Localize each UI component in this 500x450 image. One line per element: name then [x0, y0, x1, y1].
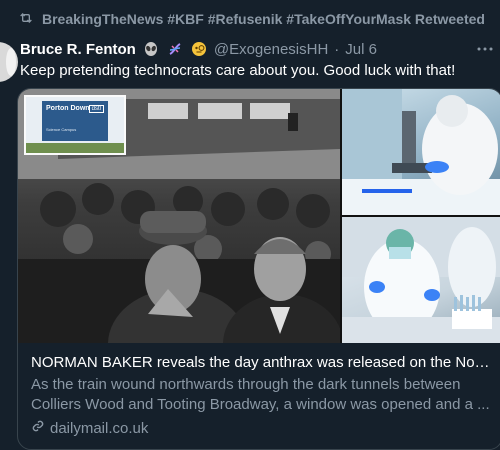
tweet-text: Keep pretending technocrats care about y… — [20, 62, 456, 79]
retweet-banner[interactable]: BreakingTheNews #KBF #Refusenik #TakeOff… — [18, 8, 485, 30]
card-image[interactable]: Porton Down Science Campus dstl — [18, 89, 500, 343]
sign-logo: dstl — [88, 105, 104, 113]
sign-title: Porton Down — [46, 105, 90, 112]
link-card[interactable]: Porton Down Science Campus dstl NORMAN B… — [17, 88, 500, 450]
card-domain[interactable]: dailymail.co.uk — [31, 419, 148, 437]
monocle-face-icon — [190, 40, 208, 58]
card-title[interactable]: NORMAN BAKER reveals the day anthrax was… — [31, 353, 491, 373]
porton-down-sign: Porton Down Science Campus dstl — [24, 95, 126, 155]
card-description: As the train wound northwards through th… — [31, 376, 490, 413]
link-icon — [31, 419, 45, 437]
avatar[interactable] — [0, 42, 18, 82]
dna-icon — [166, 40, 184, 58]
tweet-header: Bruce R. Fenton @ExogenesisHH · Jul 6 — [20, 38, 377, 60]
retweet-icon — [18, 10, 34, 29]
lab-workers-photo — [342, 217, 500, 343]
sign-subtitle: Science Campus — [46, 127, 77, 132]
tweet-date[interactable]: Jul 6 — [345, 41, 377, 58]
more-options-icon[interactable] — [476, 40, 494, 58]
author-name[interactable]: Bruce R. Fenton — [20, 41, 136, 58]
retweet-text: BreakingTheNews #KBF #Refusenik #TakeOff… — [42, 11, 485, 27]
author-handle[interactable]: @ExogenesisHH — [214, 41, 328, 58]
header-separator: · — [334, 40, 340, 58]
crowd-photo: Porton Down Science Campus dstl — [18, 89, 340, 343]
alien-icon — [142, 40, 160, 58]
lab-microscope-photo — [342, 89, 500, 215]
card-domain-text: dailymail.co.uk — [50, 419, 149, 437]
